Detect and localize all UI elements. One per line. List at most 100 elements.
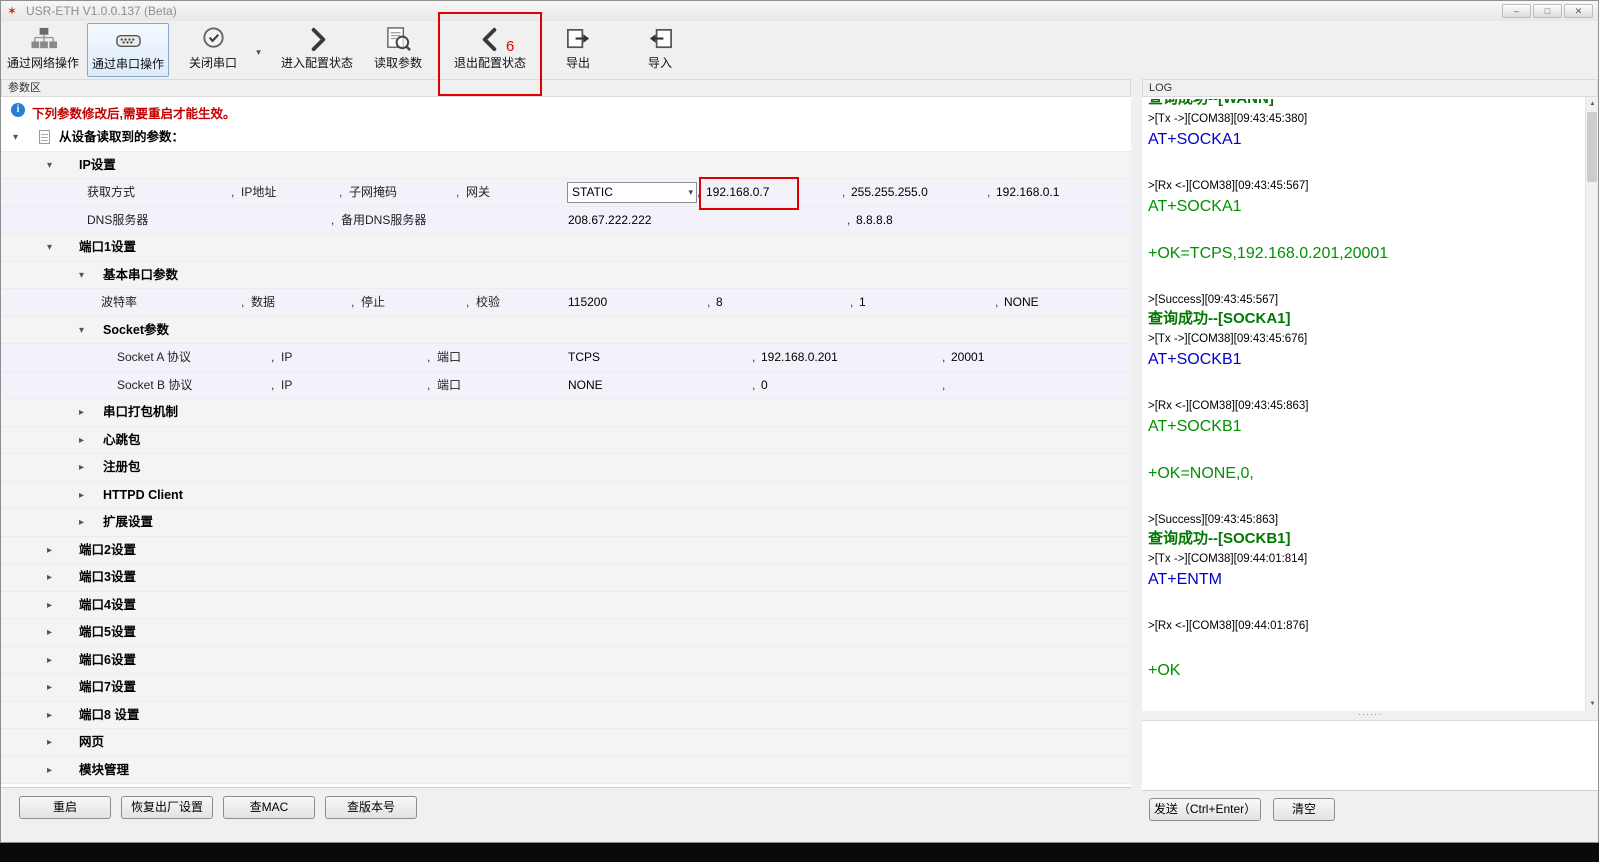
log-line: +OK=NONE,0, bbox=[1148, 463, 1585, 484]
operate-via-serial-button[interactable]: 通过串口操作 bbox=[87, 23, 169, 77]
param-value[interactable]: 8.8.8.8 bbox=[856, 207, 893, 234]
tree-section-row[interactable]: ▸端口4设置 bbox=[1, 592, 1131, 620]
log-line: 查询成功--[WANN] bbox=[1148, 99, 1585, 108]
param-value[interactable]: 0 bbox=[761, 372, 768, 399]
maximize-button[interactable]: □ bbox=[1533, 4, 1562, 18]
tree-section-row[interactable]: ▸端口6设置 bbox=[1, 647, 1131, 675]
param-value[interactable]: TCPS bbox=[568, 344, 600, 371]
tree-section-row[interactable]: ▸网页 bbox=[1, 729, 1131, 757]
close-button[interactable]: ✕ bbox=[1564, 4, 1593, 18]
tree-section-row[interactable]: ▸心跳包 bbox=[1, 427, 1131, 455]
tree-root-row[interactable]: ▾从设备读取到的参数： bbox=[1, 124, 1131, 152]
tree-section-row[interactable]: ▸端口3设置 bbox=[1, 564, 1131, 592]
close-serial-dropdown[interactable]: ▾ bbox=[251, 39, 266, 65]
tree-section-row[interactable]: ▸端口7设置 bbox=[1, 674, 1131, 702]
param-row[interactable]: 波特率,数据,停止,校验115200,8,1,NONE bbox=[1, 289, 1131, 317]
expand-arrow-icon[interactable]: ▸ bbox=[79, 454, 84, 481]
param-label: 数据 bbox=[251, 289, 275, 316]
collapse-arrow-icon[interactable]: ▾ bbox=[79, 262, 84, 289]
log-scrollbar[interactable]: ▲ ▼ bbox=[1585, 97, 1598, 711]
param-value[interactable]: 255.255.255.0 bbox=[851, 179, 928, 206]
clear-button[interactable]: 清空 bbox=[1273, 798, 1335, 821]
param-label: IP bbox=[281, 372, 292, 399]
scroll-down-button[interactable]: ▼ bbox=[1586, 697, 1598, 711]
scroll-up-button[interactable]: ▲ bbox=[1586, 97, 1598, 111]
import-button[interactable]: 导入 bbox=[627, 23, 693, 77]
expand-arrow-icon[interactable]: ▸ bbox=[47, 537, 52, 564]
tree-section-row[interactable]: ▸扩展设置 bbox=[1, 509, 1131, 537]
tree-section-row[interactable]: ▸注册包 bbox=[1, 454, 1131, 482]
param-value[interactable]: 192.168.0.1 bbox=[996, 179, 1059, 206]
select-value: STATIC bbox=[572, 183, 613, 202]
close-serial-button[interactable]: 关闭串口 bbox=[177, 23, 249, 77]
tree-section-row[interactable]: ▾端口1设置 bbox=[1, 234, 1131, 262]
param-value[interactable]: 20001 bbox=[951, 344, 984, 371]
expand-arrow-icon[interactable]: ▸ bbox=[47, 674, 52, 701]
expand-arrow-icon[interactable]: ▸ bbox=[47, 592, 52, 619]
param-value[interactable]: 1 bbox=[859, 289, 866, 316]
export-button[interactable]: 导出 bbox=[545, 23, 611, 77]
param-label: Socket A 协议 bbox=[117, 344, 191, 371]
expand-arrow-icon[interactable]: ▾ bbox=[13, 124, 18, 151]
comma-separator: , bbox=[707, 289, 710, 316]
log-line: +OK bbox=[1148, 660, 1585, 681]
param-row[interactable]: DNS服务器,备用DNS服务器208.67.222.222,8.8.8.8 bbox=[1, 207, 1131, 235]
params-tree: ▾从设备读取到的参数：▾IP设置获取方式,IP地址,子网掩码,网关STATIC▾… bbox=[1, 124, 1131, 784]
panel-splitter[interactable] bbox=[1131, 79, 1142, 843]
exit-config-button[interactable]: 退出配置状态 bbox=[442, 23, 538, 77]
send-input[interactable] bbox=[1142, 720, 1598, 790]
scrollbar-thumb[interactable] bbox=[1587, 112, 1597, 182]
query-mac-button[interactable]: 查MAC bbox=[223, 796, 315, 819]
comma-separator: , bbox=[942, 372, 945, 399]
expand-arrow-icon[interactable]: ▸ bbox=[47, 564, 52, 591]
operate-via-network-button[interactable]: 通过网络操作 bbox=[3, 23, 83, 77]
expand-arrow-icon[interactable]: ▸ bbox=[79, 509, 84, 536]
params-panel: i 下列参数修改后,需要重启才能生效。 ▾从设备读取到的参数：▾IP设置获取方式… bbox=[1, 97, 1131, 787]
param-row[interactable]: Socket A 协议,IP,端口TCPS,192.168.0.201,2000… bbox=[1, 344, 1131, 372]
expand-arrow-icon[interactable]: ▸ bbox=[47, 729, 52, 756]
minimize-button[interactable]: – bbox=[1502, 4, 1531, 18]
factory-reset-button[interactable]: 恢复出厂设置 bbox=[121, 796, 213, 819]
tree-section-row[interactable]: ▸端口5设置 bbox=[1, 619, 1131, 647]
expand-arrow-icon[interactable]: ▸ bbox=[47, 647, 52, 674]
tree-section-label: HTTPD Client bbox=[103, 482, 183, 509]
param-value[interactable]: 8 bbox=[716, 289, 723, 316]
comma-separator: , bbox=[427, 372, 430, 399]
collapse-arrow-icon[interactable]: ▾ bbox=[79, 317, 84, 344]
expand-arrow-icon[interactable]: ▸ bbox=[47, 757, 52, 784]
comma-separator: , bbox=[271, 344, 274, 371]
query-version-button[interactable]: 查版本号 bbox=[325, 796, 417, 819]
tree-section-row[interactable]: ▾Socket参数 bbox=[1, 317, 1131, 345]
tree-section-row[interactable]: ▸串口打包机制 bbox=[1, 399, 1131, 427]
read-params-button[interactable]: 读取参数 bbox=[362, 23, 434, 77]
expand-arrow-icon[interactable]: ▸ bbox=[79, 399, 84, 426]
param-value[interactable]: 208.67.222.222 bbox=[568, 207, 651, 234]
param-value[interactable]: NONE bbox=[568, 372, 603, 399]
param-row[interactable]: Socket B 协议,IP,端口NONE,0, bbox=[1, 372, 1131, 400]
comma-separator: , bbox=[752, 344, 755, 371]
param-value[interactable]: 192.168.0.201 bbox=[761, 344, 838, 371]
param-value[interactable]: NONE bbox=[1004, 289, 1039, 316]
enter-config-button[interactable]: 进入配置状态 bbox=[278, 23, 356, 77]
param-row[interactable]: 获取方式,IP地址,子网掩码,网关STATIC▾,192.168.0.7,255… bbox=[1, 179, 1131, 207]
tree-section-row[interactable]: ▸端口2设置 bbox=[1, 537, 1131, 565]
expand-arrow-icon[interactable]: ▸ bbox=[47, 702, 52, 729]
tree-section-row[interactable]: ▸端口8 设置 bbox=[1, 702, 1131, 730]
tree-section-row[interactable]: ▾基本串口参数 bbox=[1, 262, 1131, 290]
expand-arrow-icon[interactable]: ▸ bbox=[47, 619, 52, 646]
tree-section-row[interactable]: ▸ HTTPD Client bbox=[1, 482, 1131, 510]
notice-text: 下列参数修改后,需要重启才能生效。 bbox=[32, 103, 235, 122]
send-button[interactable]: 发送（Ctrl+Enter） bbox=[1149, 798, 1261, 821]
comma-separator: , bbox=[271, 372, 274, 399]
expand-arrow-icon[interactable]: ▸ bbox=[79, 427, 84, 454]
tree-section-row[interactable]: ▾IP设置 bbox=[1, 152, 1131, 180]
log-input-splitter[interactable]: ······ bbox=[1142, 711, 1598, 720]
acquire-mode-select[interactable]: STATIC▾ bbox=[567, 182, 697, 203]
collapse-arrow-icon[interactable]: ▾ bbox=[47, 234, 52, 261]
tree-section-row[interactable]: ▸模块管理 bbox=[1, 757, 1131, 785]
expand-arrow-icon[interactable]: ▸ bbox=[79, 482, 84, 509]
param-value[interactable]: 192.168.0.7 bbox=[706, 179, 769, 206]
param-value[interactable]: 115200 bbox=[568, 289, 607, 316]
restart-button[interactable]: 重启 bbox=[19, 796, 111, 819]
collapse-arrow-icon[interactable]: ▾ bbox=[47, 152, 52, 179]
